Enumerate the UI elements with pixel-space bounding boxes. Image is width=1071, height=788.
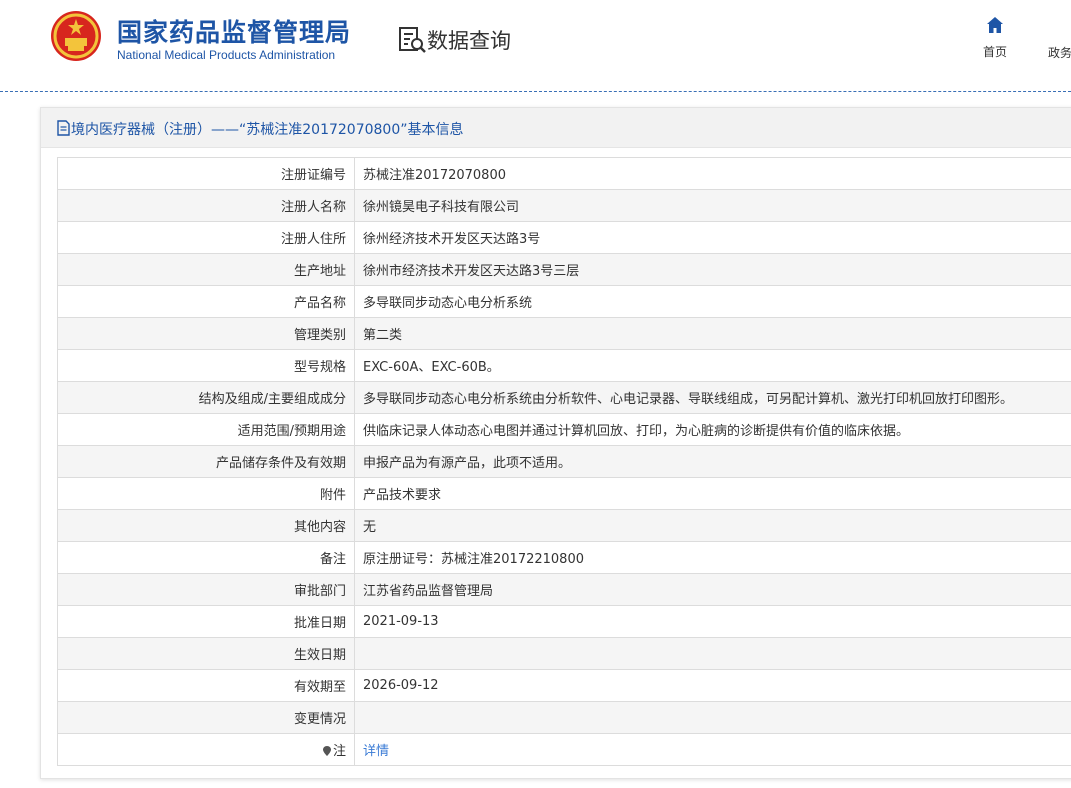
row-value: 2021-09-13 — [354, 605, 1071, 638]
row-value — [354, 701, 1071, 734]
org-name-en[interactable]: National Medical Products Administration — [117, 48, 335, 62]
row-label: 产品储存条件及有效期 — [57, 445, 355, 478]
row-value: 产品技术要求 — [354, 477, 1071, 510]
row-label: 注册人住所 — [57, 221, 355, 254]
table-row: 变更情况 — [57, 701, 1071, 734]
row-value-note: 详情 — [354, 733, 1071, 766]
row-value: 申报产品为有源产品，此项不适用。 — [354, 445, 1071, 478]
info-table: 注册证编号 苏械注准20172070800 注册人名称 徐州镜昊电子科技有限公司 注册人… — [57, 157, 1071, 766]
table-row: 产品名称 多导联同步动态心电分析系统 — [57, 285, 1071, 318]
row-label-note: 注 — [57, 733, 355, 766]
row-value: 第二类 — [354, 317, 1071, 350]
row-value: 徐州经济技术开发区天达路3号 — [354, 221, 1071, 254]
table-row: 结构及组成/主要组成成分 多导联同步动态心电分析系统由分析软件、心电记录器、导联线… — [57, 381, 1071, 414]
row-value: 多导联同步动态心电分析系统由分析软件、心电记录器、导联线组成，可另配计算机、激光… — [354, 381, 1071, 414]
panel-title: 境内医疗器械（注册）——“苏械注准20172070800”基本信息 — [71, 122, 464, 138]
row-value: 苏械注准20172070800 — [354, 157, 1071, 190]
row-label: 备注 — [57, 541, 355, 574]
row-label: 批准日期 — [57, 605, 355, 638]
row-label: 结构及组成/主要组成成分 — [57, 381, 355, 414]
row-value — [354, 637, 1071, 670]
row-value: 江苏省药品监督管理局 — [354, 573, 1071, 606]
row-label: 生效日期 — [57, 637, 355, 670]
table-row: 生效日期 — [57, 637, 1071, 670]
detail-link[interactable]: 详情 — [363, 744, 389, 759]
document-search-icon — [399, 27, 426, 53]
row-value: EXC-60A、EXC-60B。 — [354, 349, 1071, 382]
home-icon — [987, 17, 1003, 33]
table-row: 适用范围/预期用途 供临床记录人体动态心电图并通过计算机回放、打印，为心脏病的诊断… — [57, 413, 1071, 446]
table-row-note: 注 详情 — [57, 733, 1071, 766]
table-row: 附件 产品技术要求 — [57, 477, 1071, 510]
table-row: 其他内容无 — [57, 509, 1071, 542]
document-icon — [57, 120, 70, 136]
row-label: 管理类别 — [57, 317, 355, 350]
site-header: 国家药品监督管理局 National Medical Products Admi… — [0, 0, 1071, 92]
table-row: 产品储存条件及有效期 申报产品为有源产品，此项不适用。 — [57, 445, 1071, 478]
row-value: 原注册证号：苏械注准20172210800 — [354, 541, 1071, 574]
org-name-cn[interactable]: 国家药品监督管理局 — [117, 13, 351, 49]
row-label: 产品名称 — [57, 285, 355, 318]
header-divider — [0, 91, 1071, 92]
table-row: 管理类别 第二类 — [57, 317, 1071, 350]
row-value: 多导联同步动态心电分析系统 — [354, 285, 1071, 318]
row-value: 供临床记录人体动态心电图并通过计算机回放、打印，为心脏病的诊断提供有价值的临床依… — [354, 413, 1071, 446]
pin-icon — [322, 746, 331, 756]
nav-home[interactable]: 首页 — [972, 15, 1018, 65]
page-title: 数据查询 — [427, 29, 511, 53]
table-row: 审批部门 江苏省药品监督管理局 — [57, 573, 1071, 606]
table-row: 注册证编号 苏械注准20172070800 — [57, 157, 1071, 190]
row-label: 注册证编号 — [57, 157, 355, 190]
row-value: 2026-09-12 — [354, 669, 1071, 702]
row-label: 适用范围/预期用途 — [57, 413, 355, 446]
row-value: 徐州镜昊电子科技有限公司 — [354, 189, 1071, 222]
row-label: 有效期至 — [57, 669, 355, 702]
national-emblem-icon — [51, 11, 101, 61]
table-row: 注册人名称 徐州镜昊电子科技有限公司 — [57, 189, 1071, 222]
table-row: 型号规格 EXC-60A、EXC-60B。 — [57, 349, 1071, 382]
table-row: 注册人住所 徐州经济技术开发区天达路3号 — [57, 221, 1071, 254]
row-label: 其他内容 — [57, 509, 355, 542]
table-row: 批准日期 2021-09-13 — [57, 605, 1071, 638]
row-label: 型号规格 — [57, 349, 355, 382]
row-label: 审批部门 — [57, 573, 355, 606]
row-label: 变更情况 — [57, 701, 355, 734]
table-row: 有效期至 2026-09-12 — [57, 669, 1071, 702]
row-value: 徐州市经济技术开发区天达路3号三层 — [354, 253, 1071, 286]
row-label: 生产地址 — [57, 253, 355, 286]
note-label: 注 — [332, 744, 346, 759]
nav-home-label: 首页 — [982, 45, 1007, 59]
table-row: 生产地址 徐州市经济技术开发区天达路3号三层 — [57, 253, 1071, 286]
info-panel: 境内医疗器械（注册）——“苏械注准20172070800”基本信息 注册证编号苏… — [40, 107, 1071, 779]
table-row: 备注 原注册证号：苏械注准20172210800 — [57, 541, 1071, 574]
row-label: 附件 — [57, 477, 355, 510]
panel-header: 境内医疗器械（注册）——“苏械注准20172070800”基本信息 — [41, 108, 1071, 148]
row-value: 无 — [354, 509, 1071, 542]
nav-gov[interactable]: 政务 — [1048, 44, 1071, 61]
row-label: 注册人名称 — [57, 189, 355, 222]
